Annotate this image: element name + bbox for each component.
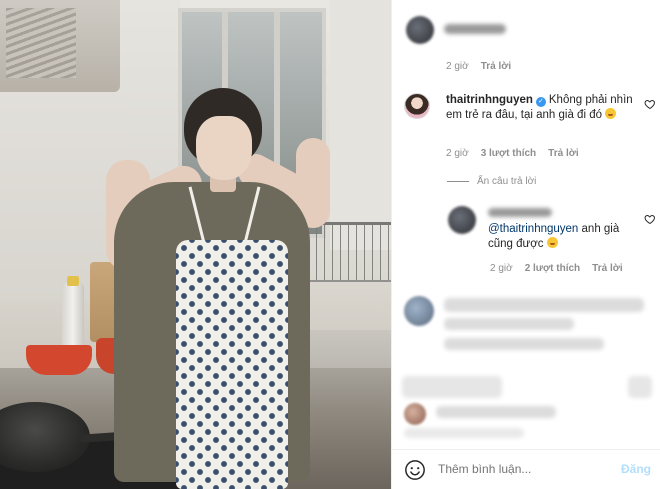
comment-meta: 2 giờ 3 lượt thích Trả lời bbox=[446, 148, 579, 159]
comment-time: 2 giờ bbox=[446, 61, 469, 72]
avatar[interactable] bbox=[404, 93, 430, 119]
polka-dot-apron bbox=[176, 240, 288, 489]
reply-body: @thaitrinhnguyen anh già cũng được bbox=[488, 222, 638, 252]
comment-time: 2 giờ bbox=[446, 148, 469, 159]
smiley-icon[interactable] bbox=[404, 459, 426, 481]
comment-input[interactable] bbox=[438, 462, 608, 476]
blurred-comment bbox=[404, 428, 524, 438]
blurred-comment bbox=[444, 338, 604, 350]
hide-replies-button[interactable]: Ẩn câu trả lời bbox=[447, 176, 536, 187]
blurred-comment bbox=[444, 318, 574, 330]
post-button[interactable]: Đăng bbox=[621, 462, 651, 476]
reply-meta: 2 giờ 2 lượt thích Trả lời bbox=[490, 263, 623, 274]
comment-composer: Đăng bbox=[392, 449, 660, 489]
oil-bottle bbox=[62, 282, 84, 352]
comment-body: thaitrinhnguyen ✓ Không phải nhìn em trẻ r… bbox=[446, 93, 634, 123]
blurred-avatar[interactable] bbox=[448, 206, 476, 234]
blurred-username bbox=[488, 208, 552, 217]
range-hood bbox=[0, 0, 120, 92]
blurred-reactions bbox=[402, 376, 502, 398]
hide-replies-label: Ẩn câu trả lời bbox=[477, 176, 537, 187]
likes-count[interactable]: 3 lượt thích bbox=[481, 148, 536, 159]
bottle-cap bbox=[67, 276, 79, 286]
reply-time: 2 giờ bbox=[490, 263, 513, 274]
comment-username[interactable]: thaitrinhnguyen bbox=[446, 94, 533, 106]
comments-panel: 2 giờ Trả lời thaitrinhnguyen ✓ Không phải… bbox=[391, 0, 660, 489]
post-photo[interactable] bbox=[0, 0, 391, 489]
reply-button[interactable]: Trả lời bbox=[481, 61, 511, 72]
heart-icon[interactable] bbox=[644, 213, 656, 225]
verified-badge-icon: ✓ bbox=[535, 97, 546, 107]
emoji-icon bbox=[605, 108, 617, 119]
woman-in-apron bbox=[100, 86, 333, 489]
comment-meta: 2 giờ Trả lời bbox=[446, 61, 511, 72]
reply-button[interactable]: Trả lời bbox=[592, 263, 622, 274]
emoji-icon bbox=[546, 237, 558, 248]
blurred-comment bbox=[436, 406, 556, 418]
divider-line bbox=[447, 181, 469, 182]
likes-count[interactable]: 2 lượt thích bbox=[525, 263, 580, 274]
red-bowl bbox=[26, 345, 92, 375]
blurred-avatar[interactable] bbox=[406, 16, 434, 44]
blurred-avatar[interactable] bbox=[404, 403, 426, 425]
mention-link[interactable]: @thaitrinhnguyen bbox=[488, 223, 578, 235]
heart-icon[interactable] bbox=[644, 98, 656, 110]
blurred-avatar[interactable] bbox=[404, 296, 434, 326]
reply-button[interactable]: Trả lời bbox=[548, 148, 578, 159]
blurred-icon bbox=[628, 376, 652, 398]
kitchen-wall-right bbox=[330, 0, 391, 250]
blurred-comment bbox=[444, 298, 644, 312]
blurred-username bbox=[444, 24, 506, 34]
